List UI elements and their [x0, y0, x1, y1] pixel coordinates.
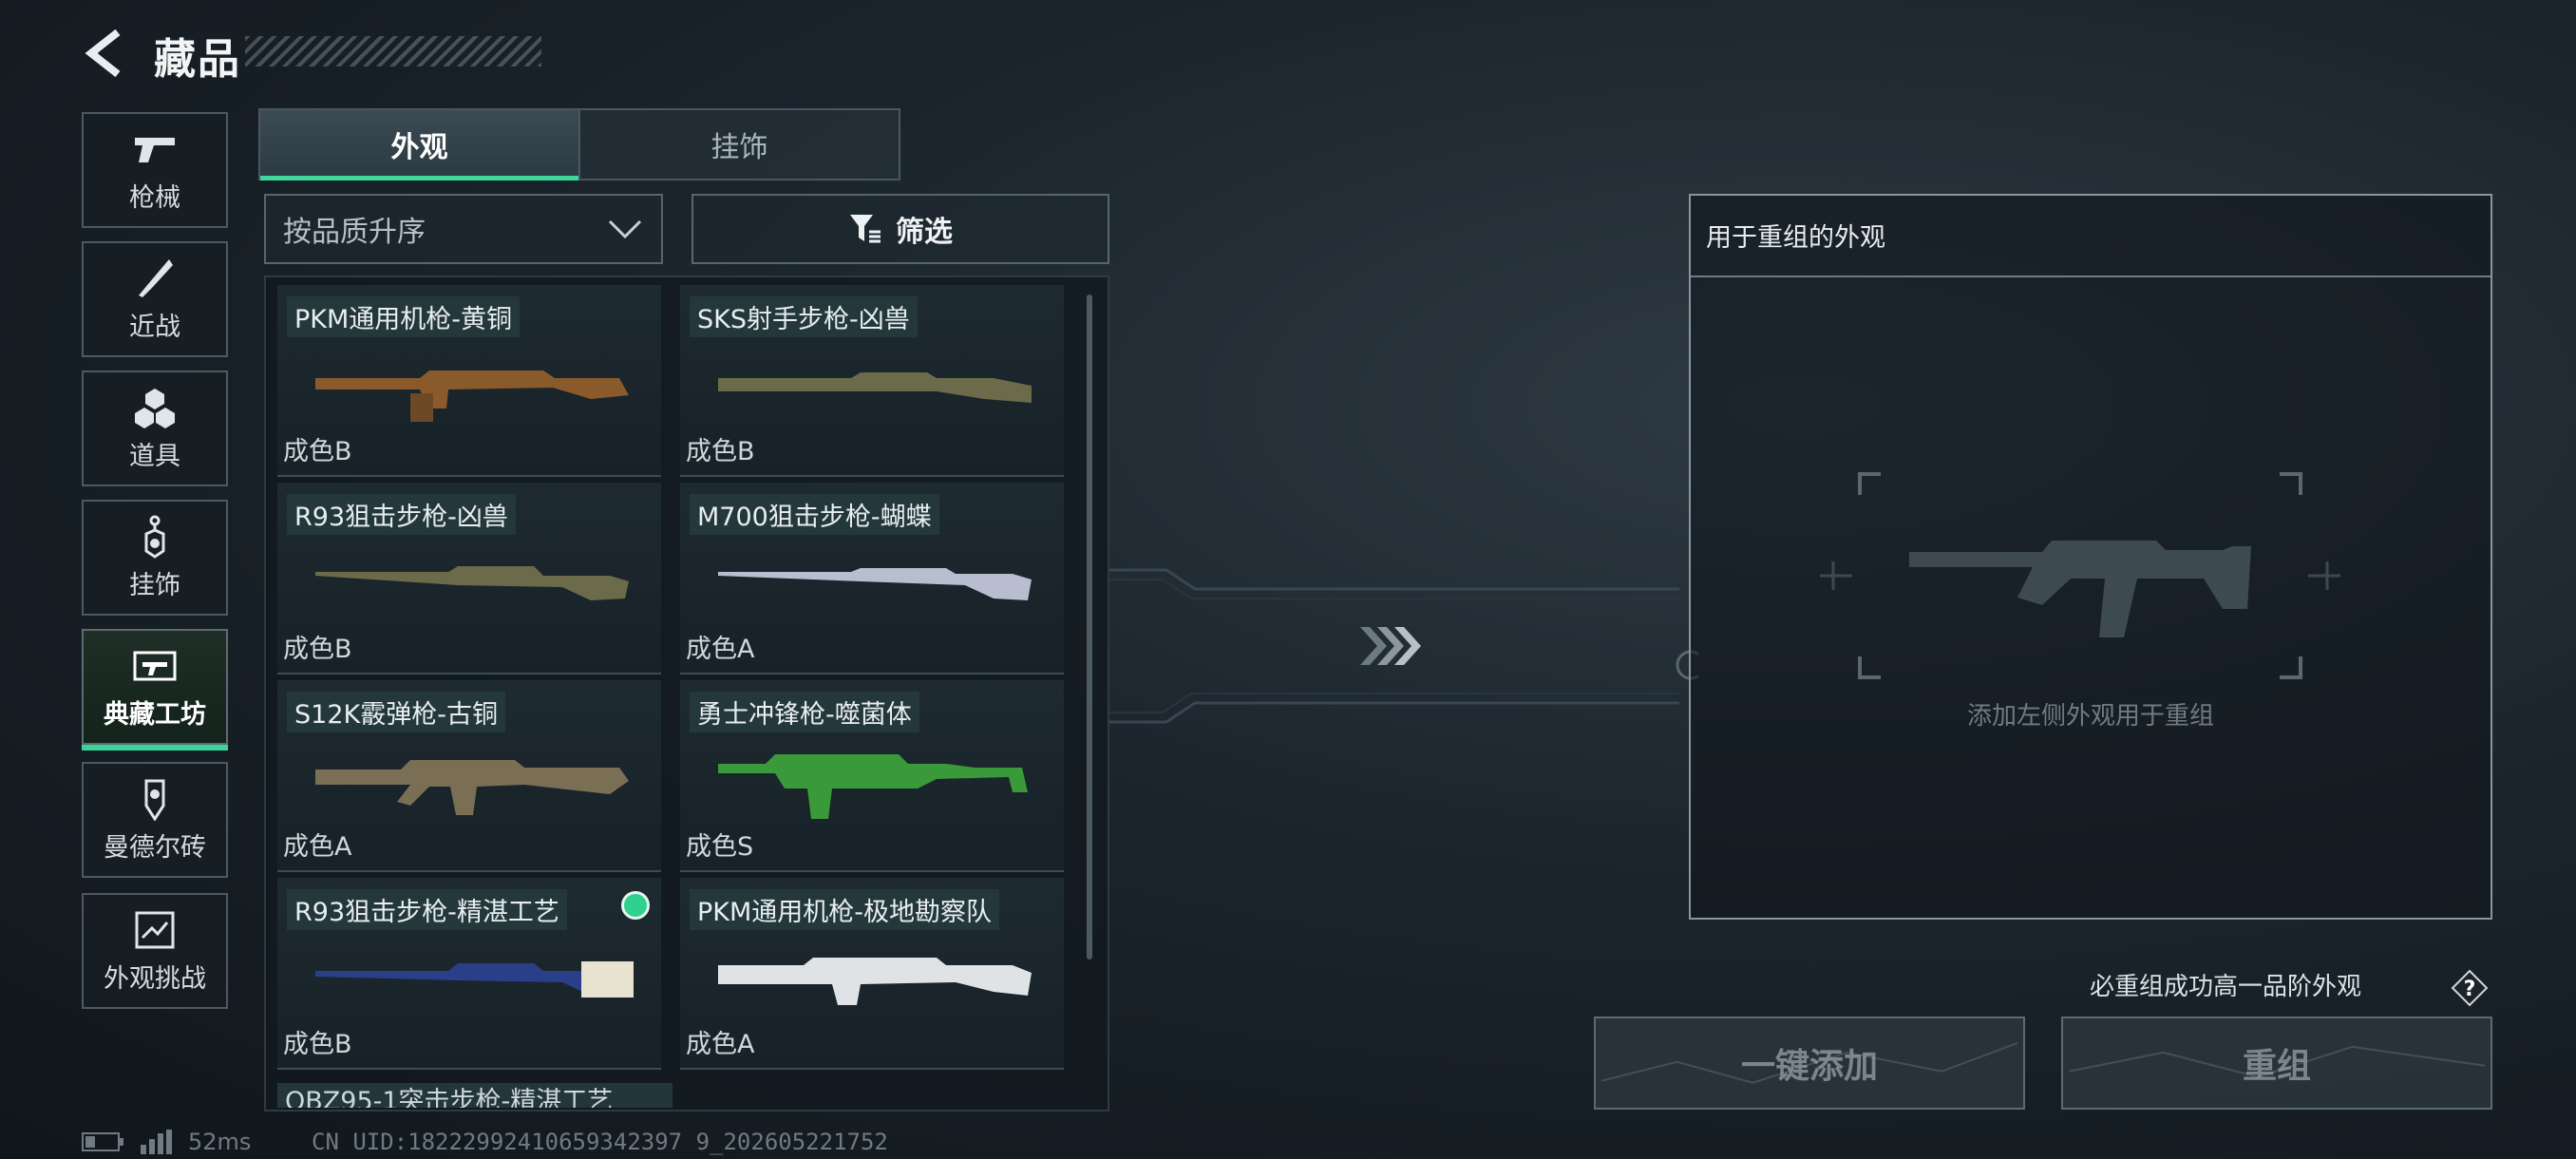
item-name: PKM通用机枪-极地勘察队 [690, 889, 1000, 930]
item-name: PKM通用机枪-黄铜 [287, 296, 521, 337]
triple-chevron-icon [1360, 627, 1421, 665]
category-workshop[interactable]: 典藏工坊 [82, 629, 228, 750]
item-name: R93狙击步枪-凶兽 [287, 494, 516, 535]
category-props[interactable]: 道具 [82, 370, 228, 486]
weapon-image [315, 370, 629, 422]
item-grade: 成色B [686, 437, 755, 466]
weapon-image [315, 961, 634, 998]
back-arrow-icon[interactable] [80, 27, 133, 80]
chevron-down-icon [608, 219, 642, 239]
item-grade: 成色A [686, 635, 755, 664]
item-name: S12K霰弹枪-古铜 [287, 692, 505, 732]
workshop-icon [129, 644, 180, 688]
item-name: M700狙击步枪-蝴蝶 [690, 494, 939, 535]
title-decoration [245, 36, 541, 66]
appearance-list: PKM通用机枪-黄铜 成色B SKS射手步枪-凶兽 成色B R93狙击步枪-凶兽… [264, 276, 1109, 1112]
tab-appearance[interactable]: 外观 [260, 110, 578, 180]
item-card[interactable]: SKS射手步枪-凶兽 成色B [680, 285, 1064, 477]
category-appearance-challenge[interactable]: 外观挑战 [82, 893, 228, 1009]
tab-bar: 外观 挂饰 [258, 108, 900, 180]
signal-icon [141, 1130, 172, 1154]
category-mandel-brick[interactable]: 曼德尔砖 [82, 762, 228, 878]
item-card[interactable]: PKM通用机枪-极地勘察队 成色A [680, 878, 1064, 1070]
sort-value: 按品质升序 [283, 216, 426, 249]
weapon-image [718, 958, 1032, 1005]
weapon-image [315, 760, 629, 815]
selected-indicator-icon [621, 891, 650, 920]
charm-icon [129, 515, 180, 559]
item-card[interactable]: PKM通用机枪-黄铜 成色B [277, 285, 661, 477]
tab-charms[interactable]: 挂饰 [578, 110, 899, 179]
item-grade: 成色S [686, 832, 754, 862]
item-grade: 成色B [283, 635, 352, 664]
recombine-panel-title: 用于重组的外观 [1691, 196, 2491, 277]
item-card[interactable]: S12K霰弹枪-古铜 成色A [277, 680, 661, 872]
filter-icon [850, 215, 881, 243]
grenades-icon [129, 386, 180, 429]
category-charms[interactable]: 挂饰 [82, 500, 228, 616]
recombine-hint: 添加左侧外观用于重组 [1966, 702, 2214, 731]
item-card[interactable]: R93狙击步枪-精湛工艺 成色B [277, 878, 661, 1070]
item-grade: 成色B [283, 1030, 352, 1059]
connector-decoration [1109, 568, 1698, 724]
brick-icon [129, 777, 180, 821]
help-icon[interactable]: ? [2451, 969, 2489, 1007]
ping-value: 52ms [188, 1129, 252, 1155]
page-title: 藏品 [154, 35, 241, 84]
item-name: SKS射手步枪-凶兽 [690, 296, 918, 337]
battery-icon [82, 1132, 123, 1151]
category-melee[interactable]: 近战 [82, 241, 228, 357]
weapon-placeholder-icon[interactable] [1814, 466, 2346, 685]
item-name: R93狙击步枪-精湛工艺 [287, 889, 567, 930]
item-card[interactable]: 勇士冲锋枪-噬菌体 成色S [680, 680, 1064, 872]
user-uid: CN UID:18222992410659342397 9_2026052217… [312, 1129, 888, 1155]
item-grade: 成色A [283, 832, 352, 862]
item-grade: 成色B [283, 437, 352, 466]
recombine-button[interactable]: 重组 [2061, 1016, 2492, 1110]
button-pattern [1601, 1041, 2017, 1084]
item-grade: 成色A [686, 1030, 755, 1059]
item-card[interactable]: M700狙击步枪-蝴蝶 成色A [680, 483, 1064, 674]
item-name-partial[interactable]: QBZ95-1突击步枪-精湛工艺 [277, 1083, 672, 1108]
recombine-note: 必重组成功高一品阶外观 [2090, 973, 2362, 1001]
weapon-image [718, 372, 1032, 403]
item-card[interactable]: R93狙击步枪-凶兽 成色B [277, 483, 661, 674]
category-guns[interactable]: 枪械 [82, 112, 228, 228]
weapon-image [718, 568, 1032, 600]
filter-label: 筛选 [896, 216, 953, 249]
filter-button[interactable]: 筛选 [691, 194, 1109, 264]
challenge-icon [129, 908, 180, 952]
button-pattern [2069, 1045, 2485, 1078]
item-name: 勇士冲锋枪-噬菌体 [690, 692, 919, 732]
pistol-icon [129, 127, 180, 171]
svg-text:?: ? [2464, 978, 2476, 1001]
status-bar: 52ms [82, 1129, 251, 1155]
list-scrollbar[interactable] [1087, 294, 1092, 960]
quick-add-button[interactable]: 一键添加 [1594, 1016, 2025, 1110]
knife-icon [129, 256, 180, 300]
weapon-image [718, 754, 1028, 819]
recombine-panel: 用于重组的外观 添加左侧外观用于重组 [1689, 194, 2492, 920]
sort-dropdown[interactable]: 按品质升序 [264, 194, 663, 264]
weapon-image [315, 566, 629, 600]
